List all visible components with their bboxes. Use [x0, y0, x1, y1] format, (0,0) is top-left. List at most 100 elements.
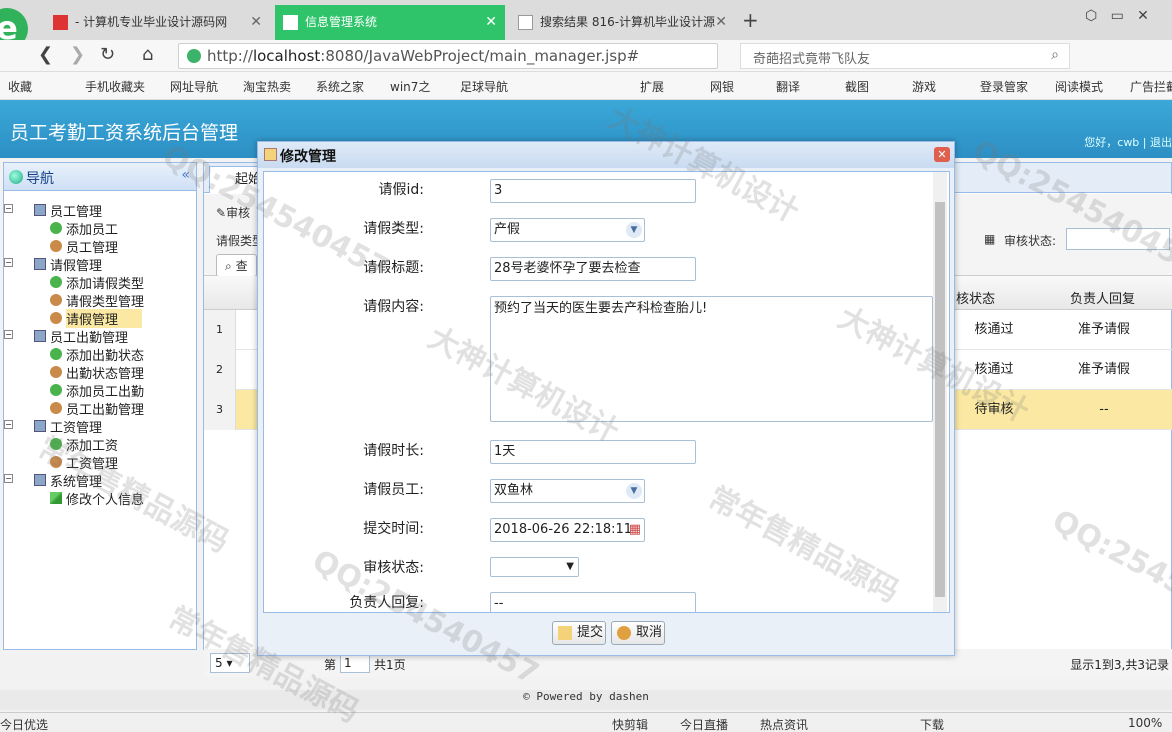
browser-tab[interactable]: 搜索结果 816-计算机毕业设计源 ✕ [510, 5, 735, 40]
page-number-input[interactable]: 1 [340, 653, 370, 673]
scroll-thumb[interactable] [935, 202, 945, 597]
audit-button[interactable]: ✎审核 [216, 204, 250, 221]
chevron-down-icon: ▼ [626, 483, 642, 499]
leave-duration-input[interactable]: 1天 [490, 440, 696, 464]
field-label-reply: 负责人回复: [349, 595, 424, 611]
audit-status-select[interactable]: ▼ [490, 557, 579, 577]
reply-input[interactable]: -- [490, 592, 696, 612]
bookmark-item[interactable]: 淘宝热卖 [243, 78, 291, 95]
bookmark-item[interactable]: 阅读模式 [1055, 78, 1103, 95]
leave-title-input[interactable]: 28号老婆怀孕了要去检查 [490, 257, 696, 281]
dialog-scrollbar[interactable] [933, 172, 947, 612]
query-button[interactable]: ⌕ 查 [216, 254, 257, 277]
collapse-icon[interactable]: « [181, 167, 190, 183]
sidebar-item-selected[interactable]: 请假管理 [4, 309, 196, 328]
sidebar-item[interactable]: − 工资管理 [4, 417, 196, 436]
search-icon: ⌕ [225, 259, 232, 273]
tree-toggle-icon[interactable]: − [4, 420, 13, 429]
url-prefix: http:// [207, 47, 253, 65]
browser-tab[interactable]: - 计算机专业毕业设计源码网 ✕ [45, 5, 270, 40]
url-input[interactable]: http://localhost:8080/JavaWebProject/mai… [178, 43, 718, 69]
field-label-id: 请假id: [378, 182, 425, 198]
reload-icon[interactable]: ↻ [100, 44, 115, 65]
new-tab-button[interactable]: + [742, 8, 759, 32]
status-item[interactable]: 热点资讯 [760, 716, 808, 732]
sidebar-item-label: 工资管理 [50, 421, 103, 436]
sidebar-item[interactable]: 请假类型管理 [4, 291, 196, 310]
window-controls[interactable]: ⬡ ▭ ✕ [1085, 8, 1149, 24]
dialog-title: 修改管理 [280, 149, 336, 165]
audit-status-filter[interactable] [1066, 228, 1170, 250]
submit-time-input[interactable]: 2018-06-26 22:18:11 ▦ [490, 518, 645, 542]
sidebar-item-label: 添加员工出勤 [66, 385, 145, 400]
calendar-icon[interactable]: ▦ [629, 519, 641, 541]
tree-toggle-icon[interactable]: − [4, 258, 13, 267]
zoom-level[interactable]: 100% [1128, 716, 1162, 730]
pencil-icon [50, 492, 62, 504]
search-hint: 奇葩招式竟带飞队友 [753, 52, 871, 67]
sidebar-item[interactable]: 工资管理 [4, 453, 196, 472]
home-icon[interactable]: ⌂ [142, 44, 153, 65]
user-icon [50, 456, 62, 468]
bookmark-item[interactable]: 系统之家 [316, 78, 364, 95]
sidebar-item[interactable]: − 员工管理 [4, 201, 196, 220]
bookmark-item[interactable]: 扩展 [640, 78, 664, 95]
close-icon[interactable]: ✕ [934, 147, 950, 162]
search-input[interactable]: 奇葩招式竟带飞队友 ⌕ [740, 43, 1070, 69]
status-left[interactable]: 今日优选 [0, 716, 48, 732]
page-size-select[interactable]: 5 ▾ [210, 653, 250, 673]
close-icon[interactable]: ✕ [485, 5, 497, 40]
bookmark-item[interactable]: 网址导航 [170, 78, 218, 95]
sidebar-item[interactable]: − 请假管理 [4, 255, 196, 274]
tree-toggle-icon[interactable]: − [4, 330, 13, 339]
forward-icon[interactable]: ❯ [70, 44, 85, 65]
bookmark-item[interactable]: 翻译 [776, 78, 800, 95]
edit-icon: ✎ [216, 206, 227, 220]
sidebar-item-label: 请假管理 [66, 309, 143, 328]
bookmark-item[interactable]: 网银 [710, 78, 734, 95]
sidebar-item-label: 员工管理 [50, 205, 103, 220]
sidebar-item[interactable]: 出勤状态管理 [4, 363, 196, 382]
bookmark-item[interactable]: 足球导航 [460, 78, 508, 95]
sidebar-item[interactable]: − 系统管理 [4, 471, 196, 490]
sidebar-item[interactable]: 员工出勤管理 [4, 399, 196, 418]
leave-content-textarea[interactable]: 预约了当天的医生要去产科检查胎儿! [490, 296, 933, 422]
close-icon[interactable]: ✕ [250, 5, 262, 40]
close-icon[interactable]: ✕ [715, 5, 727, 40]
tree-toggle-icon[interactable]: − [4, 204, 13, 213]
submit-button[interactable]: 提交 [552, 621, 606, 645]
sidebar-item[interactable]: 添加出勤状态 [4, 345, 196, 364]
bookmark-item[interactable]: 登录管家 [980, 78, 1028, 95]
page-summary: 显示1到3,共3记录 [1070, 658, 1169, 672]
employee-select[interactable]: 双鱼林 ▼ [490, 479, 645, 503]
sidebar-item[interactable]: 添加员工 [4, 219, 196, 238]
status-item[interactable]: 快剪辑 [612, 716, 648, 732]
bookmark-item[interactable]: win7之 [390, 78, 430, 95]
sidebar-item[interactable]: 添加请假类型 [4, 273, 196, 292]
back-icon[interactable]: ❮ [38, 44, 53, 65]
tree-toggle-icon[interactable]: − [4, 474, 13, 483]
url-rest: :8080/JavaWebProject/main_manager.jsp# [320, 47, 640, 65]
sidebar-item[interactable]: − 员工出勤管理 [4, 327, 196, 346]
status-item[interactable]: 下载 [920, 716, 944, 732]
bookmark-item[interactable]: 收藏 [8, 78, 32, 95]
cancel-button[interactable]: 取消 [611, 621, 665, 645]
bookmark-item[interactable]: 游戏 [912, 78, 936, 95]
welcome-text[interactable]: 您好，cwb | 退出 [1084, 134, 1172, 150]
bookmark-item[interactable]: 手机收藏夹 [85, 78, 145, 95]
status-item[interactable]: 今日直播 [680, 716, 728, 732]
browser-status-bar: 今日优选 快剪辑 今日直播 热点资讯 下载 100% [0, 712, 1172, 732]
leave-id-input[interactable]: 3 [490, 179, 696, 203]
bookmark-item[interactable]: 截图 [845, 78, 869, 95]
computer-icon [34, 420, 46, 432]
row-status: 待审核 [974, 402, 1014, 417]
dialog-header: 修改管理 ✕ [258, 142, 954, 168]
browser-tab-active[interactable]: 信息管理系统 ✕ [275, 5, 505, 40]
sidebar-item[interactable]: 员工管理 [4, 237, 196, 256]
sidebar-item[interactable]: 修改个人信息 [4, 489, 196, 508]
bookmark-item[interactable]: 广告拦截 [1130, 78, 1172, 95]
sidebar-item[interactable]: 添加员工出勤 [4, 381, 196, 400]
leave-type-select[interactable]: 产假 ▼ [490, 218, 645, 242]
sidebar-item[interactable]: 添加工资 [4, 435, 196, 454]
search-icon[interactable]: ⌕ [1051, 47, 1059, 63]
